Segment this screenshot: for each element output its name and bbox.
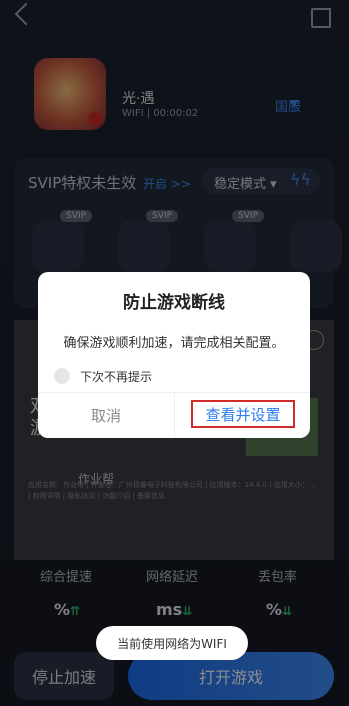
cancel-button[interactable]: 取消 [38,392,174,438]
dialog-message: 确保游戏顺利加速，请完成相关配置。 [63,336,285,351]
dialog-title: 防止游戏断线 [123,293,225,313]
dont-show-again-checkbox[interactable] [54,368,70,384]
view-and-set-button[interactable]: 查看并设置 [191,400,295,428]
prevent-disconnect-dialog: 防止游戏断线 确保游戏顺利加速，请完成相关配置。 下次不再提示 取消 查看并设置 [38,272,310,438]
divider [174,392,175,438]
network-toast: 当前使用网络为WIFI [96,626,248,660]
dont-show-again-label[interactable]: 下次不再提示 [80,368,152,385]
